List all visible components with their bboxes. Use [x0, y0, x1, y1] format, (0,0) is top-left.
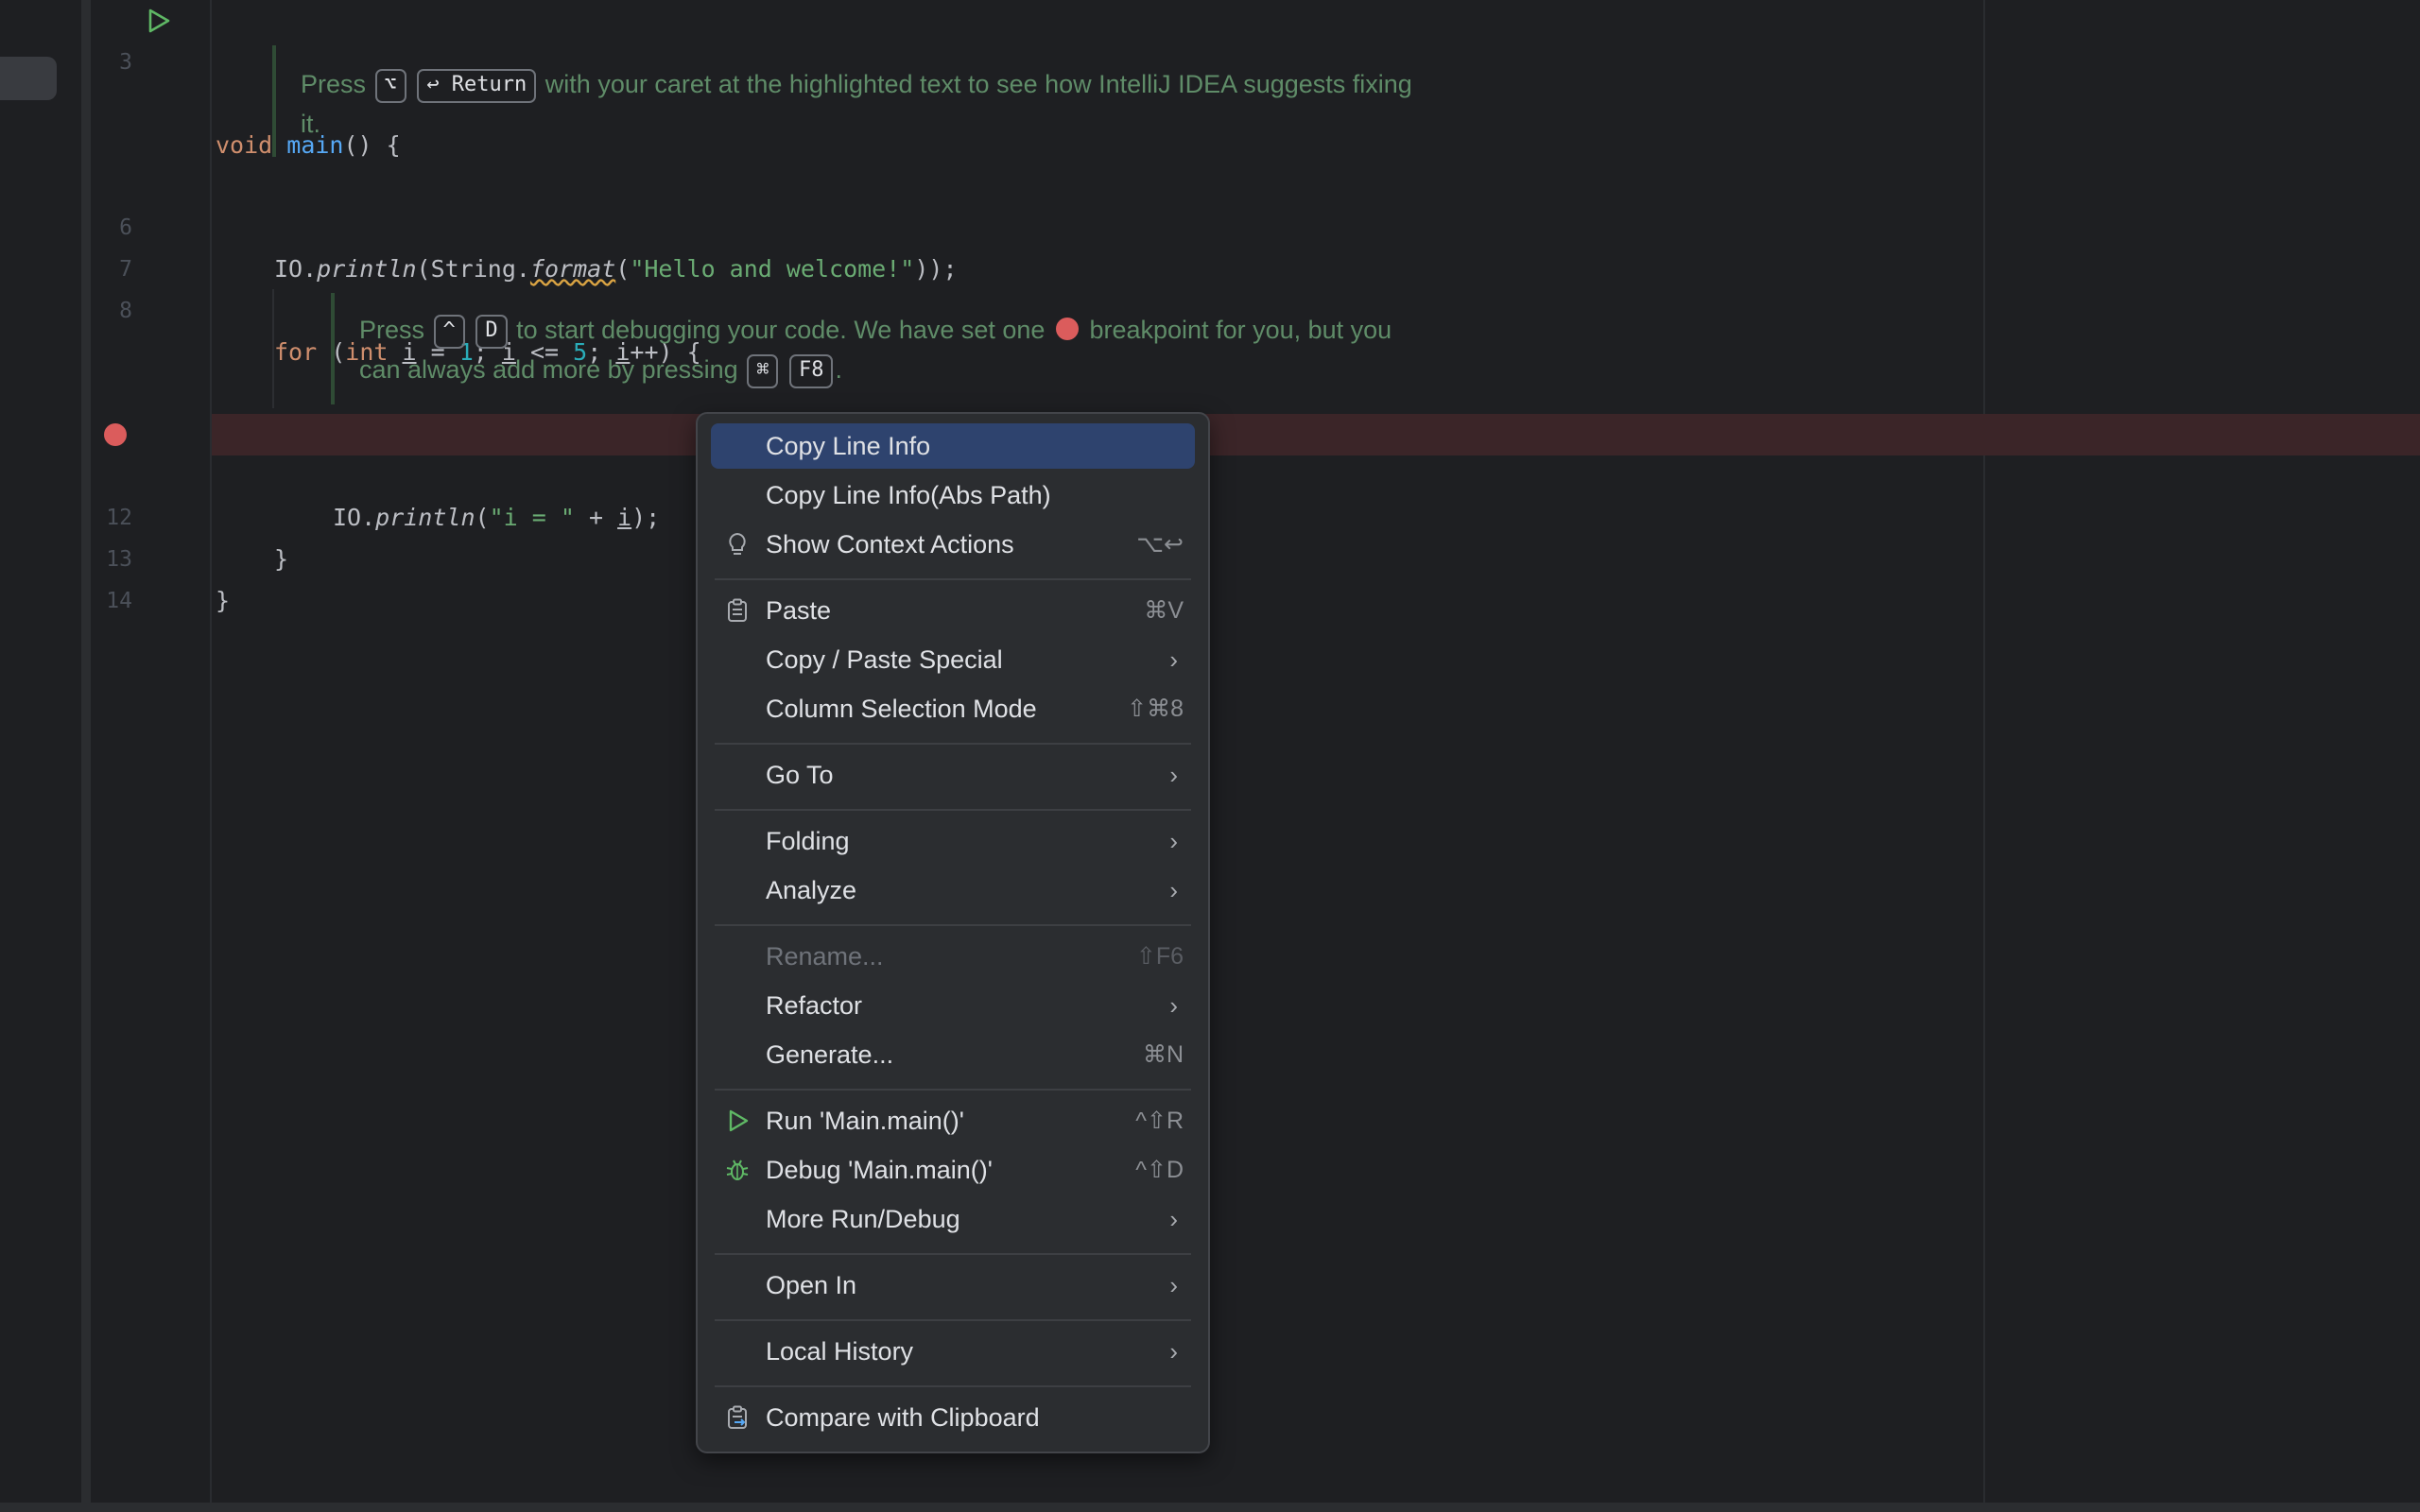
menu-separator	[715, 1385, 1191, 1387]
code-line[interactable]: 3 void main() {	[0, 0, 401, 159]
chevron-right-icon: ›	[1169, 761, 1178, 789]
menu-separator	[715, 1089, 1191, 1091]
breakpoint-icon	[1055, 317, 1079, 340]
shortcut: ⇧F6	[1135, 943, 1184, 970]
chevron-right-icon: ›	[1169, 827, 1178, 855]
code-line[interactable]: 12 }	[0, 455, 288, 573]
chevron-right-icon: ›	[1169, 1205, 1178, 1233]
tip-text: with your caret at the highlighted text …	[544, 70, 1412, 98]
line-number: 14	[106, 589, 132, 613]
code-text: IO.println(String.format("Hello and welc…	[274, 255, 958, 283]
chevron-right-icon: ›	[1169, 1337, 1178, 1366]
code-line[interactable]: 13 }	[0, 497, 230, 614]
menu-item-open-in[interactable]: Open In ›	[711, 1263, 1195, 1308]
key-return: ↩ Return	[417, 68, 537, 103]
code-line[interactable]: 14	[0, 539, 132, 613]
menu-item-refactor[interactable]: Refactor ›	[711, 983, 1195, 1028]
line-number: 12	[106, 506, 132, 530]
key-f8: F8	[788, 353, 834, 388]
gutter-divider	[210, 0, 212, 1503]
chevron-right-icon: ›	[1169, 991, 1178, 1020]
menu-separator	[715, 743, 1191, 745]
code-text: }	[274, 545, 289, 573]
key-option: ⌥	[374, 68, 406, 103]
menu-separator	[715, 809, 1191, 811]
chevron-right-icon: ›	[1169, 645, 1178, 674]
code-line[interactable]: 7	[0, 207, 132, 282]
line-number: 6	[119, 215, 132, 240]
code-text: IO.println("i = " + i);	[333, 504, 661, 531]
bug-icon	[726, 1160, 749, 1180]
menu-item-run-main[interactable]: Run 'Main.main()' ^⇧R	[711, 1098, 1195, 1143]
menu-item-folding[interactable]: Folding ›	[711, 818, 1195, 864]
clipboard-icon	[728, 598, 747, 622]
tip-text: it.	[301, 110, 321, 138]
code-text: }	[216, 587, 231, 614]
line-number: 8	[119, 299, 132, 323]
chevron-right-icon: ›	[1169, 876, 1178, 904]
doc-tip-debugging: Press ^ D to start debugging your code. …	[331, 293, 1564, 404]
menu-separator	[715, 1253, 1191, 1255]
menu-item-rename: Rename... ⇧F6	[711, 934, 1195, 979]
tip-text: can always add more by pressing	[359, 355, 738, 384]
shortcut: ^⇧R	[1135, 1108, 1184, 1134]
code-line[interactable]: 6 IO.println(String.format("Hello and we…	[0, 165, 957, 283]
editor-context-menu: Copy Line Info Copy Line Info(Abs Path) …	[696, 412, 1210, 1453]
menu-item-copy-paste-special[interactable]: Copy / Paste Special ›	[711, 637, 1195, 682]
line-number: 7	[119, 257, 132, 282]
menu-item-analyze[interactable]: Analyze ›	[711, 868, 1195, 913]
code-line[interactable]: IO.println("i = " + i);	[0, 414, 660, 531]
key-d: D	[475, 314, 508, 349]
tip-text: breakpoint for you, but you	[1089, 316, 1392, 344]
bottom-edge	[0, 1503, 2420, 1512]
menu-separator	[715, 1319, 1191, 1321]
run-icon	[729, 1109, 749, 1132]
line-number: 13	[106, 547, 132, 572]
menu-item-generate[interactable]: Generate... ⌘N	[711, 1032, 1195, 1077]
menu-item-more-run-debug[interactable]: More Run/Debug ›	[711, 1196, 1195, 1242]
menu-item-compare-with-clipboard[interactable]: Compare with Clipboard	[711, 1395, 1195, 1440]
lightbulb-icon	[729, 532, 746, 555]
tip-text: .	[835, 355, 842, 384]
compare-clipboard-icon	[728, 1405, 747, 1429]
key-control: ^	[433, 314, 465, 349]
indent-guide	[272, 289, 274, 408]
shortcut: ⇧⌘8	[1127, 696, 1184, 722]
menu-item-paste[interactable]: Paste ⌘V	[711, 588, 1195, 633]
menu-item-show-context-actions[interactable]: Show Context Actions ⌥↩	[711, 522, 1195, 567]
menu-separator	[715, 578, 1191, 580]
run-gutter-icon[interactable]	[144, 7, 172, 35]
code-editor[interactable]	[91, 0, 2420, 1503]
shortcut: ⌘V	[1144, 597, 1184, 624]
breakpoint-line-highlight	[212, 414, 2420, 455]
breakpoint-icon[interactable]	[104, 423, 127, 446]
shortcut: ^⇧D	[1135, 1157, 1184, 1183]
key-command: ⌘	[747, 353, 779, 388]
line-number: 3	[119, 50, 132, 75]
tip-text: Press	[301, 70, 367, 98]
code-line[interactable]: 8 for (int i = 1; i <= 5; i++) {	[0, 249, 701, 366]
menu-item-go-to[interactable]: Go To ›	[711, 752, 1195, 798]
menu-item-copy-line-info-abs-path[interactable]: Copy Line Info(Abs Path)	[711, 472, 1195, 518]
menu-separator	[715, 924, 1191, 926]
shortcut: ⌥↩	[1136, 531, 1184, 558]
menu-item-local-history[interactable]: Local History ›	[711, 1329, 1195, 1374]
tip-text: Press	[359, 316, 425, 344]
tip-text: to start debugging your code. We have se…	[516, 316, 1046, 344]
menu-item-copy-line-info[interactable]: Copy Line Info	[711, 423, 1195, 469]
menu-item-debug-main[interactable]: Debug 'Main.main()' ^⇧D	[711, 1147, 1195, 1193]
chevron-right-icon: ›	[1169, 1271, 1178, 1299]
shortcut: ⌘N	[1142, 1041, 1184, 1068]
right-margin-guide	[1983, 0, 1985, 1503]
doc-tip-context-actions: Press ⌥ ↩ Return with your caret at the …	[272, 45, 1530, 157]
menu-item-column-selection-mode[interactable]: Column Selection Mode ⇧⌘8	[711, 686, 1195, 731]
